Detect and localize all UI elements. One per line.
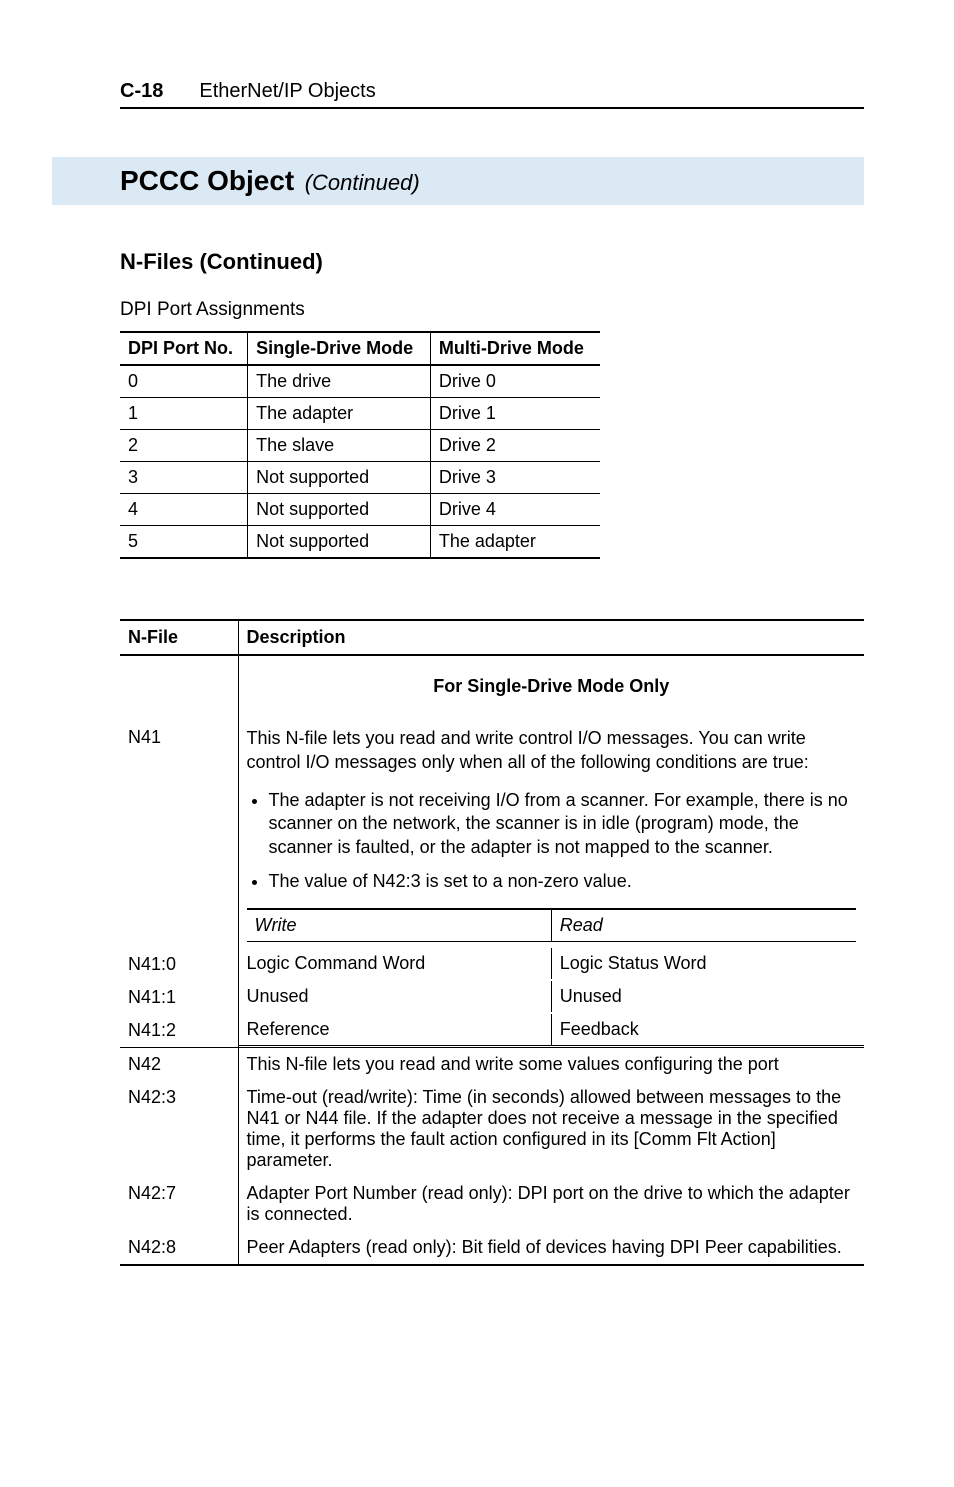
section-banner: PCCC Object (Continued): [52, 157, 864, 205]
cell: UnusedUnused: [238, 981, 864, 1014]
cell: The adapter: [248, 398, 431, 430]
cell: Unused: [551, 981, 864, 1012]
section-heading: N-Files (Continued): [120, 249, 864, 275]
cell: Not supported: [248, 462, 431, 494]
cell: Drive 3: [430, 462, 600, 494]
cell: [120, 655, 238, 721]
page-header: C-18 EtherNet/IP Objects: [120, 80, 864, 109]
cell: 4: [120, 494, 248, 526]
table-header-row: DPI Port No. Single-Drive Mode Multi-Dri…: [120, 332, 600, 365]
cell-nfile: N41:2: [120, 1014, 238, 1048]
cell-nfile: N42:3: [120, 1081, 238, 1177]
table-row: N42:3 Time-out (read/write): Time (in se…: [120, 1081, 864, 1177]
table-row: N41:0 Logic Command WordLogic Status Wor…: [120, 948, 864, 981]
cell-nfile: N42:8: [120, 1231, 238, 1265]
table-row: N42 This N-file lets you read and write …: [120, 1047, 864, 1081]
table-row: 1The adapterDrive 1: [120, 398, 600, 430]
table-row: N41:1 UnusedUnused: [120, 981, 864, 1014]
cell-nfile: N41: [120, 721, 238, 948]
table-row: N42:8 Peer Adapters (read only): Bit fie…: [120, 1231, 864, 1265]
cell: Unused: [239, 981, 552, 1012]
table-header-row: N-File Description: [120, 620, 864, 655]
table-row: N42:7 Adapter Port Number (read only): D…: [120, 1177, 864, 1231]
list-item: The adapter is not receiving I/O from a …: [269, 789, 857, 860]
ports-table: DPI Port No. Single-Drive Mode Multi-Dri…: [120, 331, 600, 559]
cell: Logic Command WordLogic Status Word: [238, 948, 864, 981]
cell: Drive 0: [430, 365, 600, 398]
description-table: N-File Description For Single-Drive Mode…: [120, 619, 864, 1266]
cell: Reference: [239, 1014, 552, 1046]
cell: For Single-Drive Mode Only: [238, 655, 864, 721]
cell: Feedback: [551, 1014, 864, 1046]
bullet-list: The adapter is not receiving I/O from a …: [247, 789, 857, 894]
table-row: For Single-Drive Mode Only: [120, 655, 864, 721]
table-row: 2The slaveDrive 2: [120, 430, 600, 462]
cell: 2: [120, 430, 248, 462]
cell: Not supported: [248, 494, 431, 526]
cell-nfile: N42:7: [120, 1177, 238, 1231]
col-header: Description: [238, 620, 864, 655]
cell: 0: [120, 365, 248, 398]
cell: ReferenceFeedback: [238, 1014, 864, 1048]
cell: 3: [120, 462, 248, 494]
sub-heading: DPI Port Assignments: [120, 299, 864, 321]
cell: 5: [120, 526, 248, 559]
cell: Not supported: [248, 526, 431, 559]
cell: The slave: [248, 430, 431, 462]
cell: This N-file lets you read and write some…: [238, 1047, 864, 1081]
table-row: 3Not supportedDrive 3: [120, 462, 600, 494]
table-header-row: Write Read: [247, 909, 857, 942]
col-header: Read: [551, 909, 856, 942]
table-row: 5Not supportedThe adapter: [120, 526, 600, 559]
col-header: Single-Drive Mode: [248, 332, 431, 365]
cell: Logic Status Word: [551, 948, 864, 979]
cell: Time-out (read/write): Time (in seconds)…: [238, 1081, 864, 1177]
page-root: C-18 EtherNet/IP Objects PCCC Object (Co…: [0, 0, 954, 1326]
col-header: DPI Port No.: [120, 332, 248, 365]
cell: Peer Adapters (read only): Bit field of …: [238, 1231, 864, 1265]
cell: Drive 4: [430, 494, 600, 526]
list-item: The value of N42:3 is set to a non-zero …: [269, 870, 857, 894]
cell: Drive 1: [430, 398, 600, 430]
table-row: N41 This N-file lets you read and write …: [120, 721, 864, 948]
paragraph: This N-file lets you read and write cont…: [247, 727, 857, 775]
banner-title: PCCC Object: [120, 165, 294, 196]
single-mode-heading: For Single-Drive Mode Only: [247, 662, 857, 715]
table-row: 4Not supportedDrive 4: [120, 494, 600, 526]
cell: 1: [120, 398, 248, 430]
col-header: Multi-Drive Mode: [430, 332, 600, 365]
banner-continued: (Continued): [305, 170, 420, 195]
cell: Logic Command Word: [239, 948, 552, 979]
col-header: N-File: [120, 620, 238, 655]
table-row: 0The driveDrive 0: [120, 365, 600, 398]
cell: The drive: [248, 365, 431, 398]
cell: This N-file lets you read and write cont…: [238, 721, 864, 948]
cell: The adapter: [430, 526, 600, 559]
cell: Adapter Port Number (read only): DPI por…: [238, 1177, 864, 1231]
write-read-table: Write Read: [247, 908, 857, 942]
table-row: N41:2 ReferenceFeedback: [120, 1014, 864, 1048]
page-number: C-18: [120, 80, 163, 103]
cell-nfile: N41:1: [120, 981, 238, 1014]
cell-nfile: N41:0: [120, 948, 238, 981]
cell-nfile: N42: [120, 1047, 238, 1081]
cell: Drive 2: [430, 430, 600, 462]
col-header: Write: [247, 909, 552, 942]
chapter-title: EtherNet/IP Objects: [199, 80, 375, 103]
